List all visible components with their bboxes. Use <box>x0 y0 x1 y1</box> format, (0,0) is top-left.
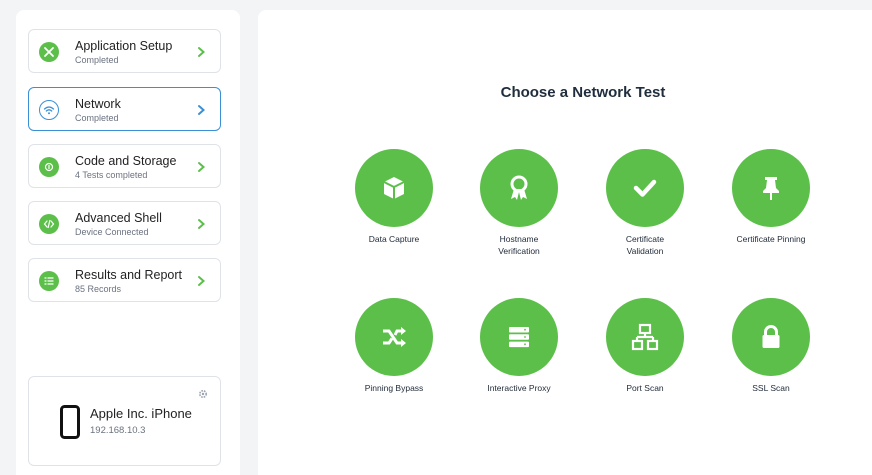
gear-icon[interactable] <box>198 389 208 399</box>
test-port-scan[interactable]: Port Scan <box>585 298 705 394</box>
step-status: Device Connected <box>75 227 149 237</box>
test-label: Hostname Verification <box>498 234 540 256</box>
chevron-right-icon <box>198 162 206 172</box>
test-certificate-pinning[interactable]: Certificate Pinning <box>711 149 831 245</box>
main-panel: Choose a Network Test Data Capture Hostn… <box>258 10 872 475</box>
test-pinning-bypass[interactable]: Pinning Bypass <box>334 298 454 394</box>
test-label: Certificate Validation <box>625 234 665 256</box>
step-title: Application Setup <box>75 39 173 53</box>
device-ip: 192.168.10.3 <box>90 425 146 436</box>
step-status: Completed <box>75 113 119 123</box>
step-title: Advanced Shell <box>75 211 162 225</box>
step-status: 4 Tests completed <box>75 170 148 180</box>
lock-icon <box>732 298 810 376</box>
award-icon <box>480 149 558 227</box>
network-icon <box>606 298 684 376</box>
page-title: Choose a Network Test <box>500 84 666 101</box>
chevron-right-icon <box>198 276 206 286</box>
step-title: Results and Report <box>75 268 183 282</box>
tools-icon <box>39 42 59 62</box>
step-status: 85 Records <box>75 284 122 294</box>
box-icon <box>355 149 433 227</box>
step-title: Code and Storage <box>75 154 177 168</box>
phone-icon <box>60 405 80 439</box>
test-label: Certificate Pinning <box>736 234 806 244</box>
test-label: Interactive Proxy <box>487 383 551 393</box>
test-label: Data Capture <box>368 234 420 244</box>
code-icon <box>39 214 59 234</box>
shuffle-icon <box>355 298 433 376</box>
step-results-and-report[interactable]: Results and Report 85 Records <box>28 258 221 302</box>
chevron-right-icon <box>198 219 206 229</box>
test-certificate-validation[interactable]: Certificate Validation <box>585 149 705 257</box>
wifi-icon <box>39 100 59 120</box>
step-title: Network <box>75 97 121 111</box>
step-code-and-storage[interactable]: Code and Storage 4 Tests completed <box>28 144 221 188</box>
step-network[interactable]: Network Completed <box>28 87 221 131</box>
test-ssl-scan[interactable]: SSL Scan <box>711 298 831 394</box>
device-name: Apple Inc. iPhone <box>90 406 192 421</box>
checkmark-icon <box>606 149 684 227</box>
test-label: Pinning Bypass <box>364 383 424 393</box>
test-label: Port Scan <box>626 383 664 393</box>
device-card[interactable]: Apple Inc. iPhone 192.168.10.3 <box>28 376 221 466</box>
server-icon <box>480 298 558 376</box>
sidebar: Application Setup Completed Network Comp… <box>16 10 240 475</box>
test-data-capture[interactable]: Data Capture <box>334 149 454 245</box>
test-interactive-proxy[interactable]: Interactive Proxy <box>459 298 579 394</box>
list-icon <box>39 271 59 291</box>
pin-icon <box>732 149 810 227</box>
chevron-right-icon <box>198 105 206 115</box>
test-hostname-verification[interactable]: Hostname Verification <box>459 149 579 257</box>
fingerprint-icon <box>39 157 59 177</box>
step-status: Completed <box>75 55 119 65</box>
step-advanced-shell[interactable]: Advanced Shell Device Connected <box>28 201 221 245</box>
chevron-right-icon <box>198 47 206 57</box>
test-label: SSL Scan <box>752 383 790 393</box>
step-application-setup[interactable]: Application Setup Completed <box>28 29 221 73</box>
